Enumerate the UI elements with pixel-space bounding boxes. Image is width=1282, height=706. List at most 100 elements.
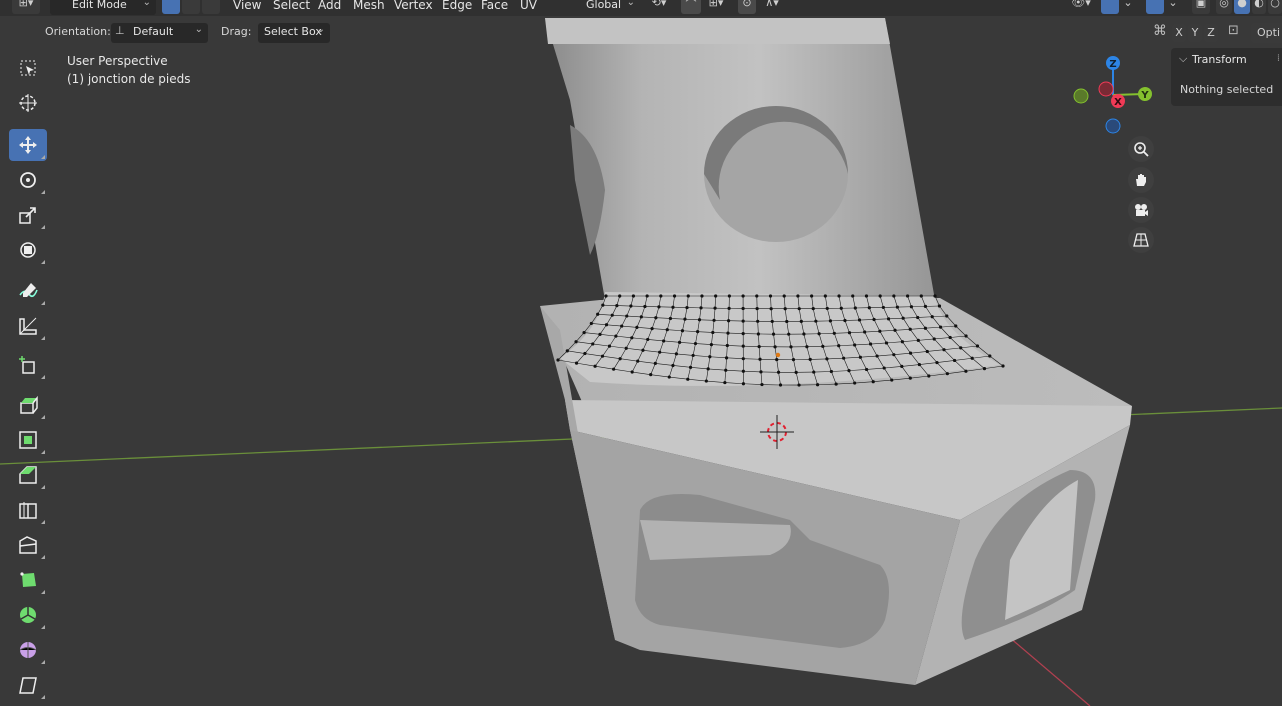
mesh-vertex — [837, 294, 841, 298]
poly-build-tool[interactable] — [9, 564, 47, 596]
add-cube-tool[interactable] — [9, 349, 47, 381]
shading-material-button[interactable]: ◐ — [1252, 0, 1266, 14]
menu-mesh[interactable]: Mesh — [353, 0, 385, 12]
transform-orientation-label: Global — [586, 0, 622, 11]
mesh-vertex — [601, 303, 605, 307]
xray-toggle-button[interactable]: ▣ — [1192, 0, 1210, 14]
face-select-button[interactable] — [202, 0, 220, 14]
overlays-toggle-button[interactable] — [1146, 0, 1164, 14]
pan-button[interactable] — [1128, 167, 1154, 193]
drag-handle-icon[interactable]: ⁞ — [1277, 53, 1280, 64]
mesh-vertex — [908, 351, 913, 355]
move-tool[interactable] — [9, 129, 47, 161]
menu-add[interactable]: Add — [318, 0, 341, 12]
mesh-vertex — [680, 329, 685, 333]
orientation-dropdown[interactable]: ⊥ Default ⌄ — [111, 23, 208, 43]
pivot-point-button[interactable]: ⟲▾ — [646, 0, 672, 14]
mesh-vertex — [895, 305, 899, 309]
visibility-button[interactable]: 👁▾ — [1066, 0, 1096, 14]
editor-type-button[interactable]: ⊞▾ — [12, 0, 40, 14]
mesh-vertex — [785, 319, 789, 324]
mesh-vertex — [919, 294, 923, 298]
mesh-vertex — [727, 306, 731, 310]
mirror-icon[interactable]: ⌘ — [1153, 23, 1167, 39]
menu-view[interactable]: View — [233, 0, 261, 12]
tool-options-indicator — [41, 485, 45, 489]
options-button[interactable]: Opti — [1251, 23, 1282, 43]
transform-icon — [20, 242, 36, 258]
mesh-vertex — [768, 294, 773, 298]
smooth-tool[interactable] — [9, 634, 47, 666]
mesh-vertex — [741, 357, 745, 361]
orientation-value: Default — [133, 25, 174, 38]
mesh-vertex — [837, 344, 841, 348]
mesh-vertex — [843, 318, 847, 323]
gizmo-toggle-button[interactable] — [1101, 0, 1119, 14]
mesh-vertex — [959, 346, 963, 350]
shear-tool[interactable] — [9, 669, 47, 701]
falloff-button[interactable]: ∧▾ — [758, 0, 786, 14]
poly-build-icon — [20, 572, 36, 587]
tool-options-indicator — [41, 695, 45, 699]
shading-rendered-button[interactable]: ○ — [1268, 0, 1282, 14]
proportional-edit-button[interactable]: ⊙ — [738, 0, 756, 14]
transform-orientation-dropdown[interactable]: Global ⌄ — [560, 0, 640, 15]
select-box-tool[interactable] — [9, 52, 47, 84]
shading-wireframe-button[interactable]: ◎ — [1216, 0, 1232, 14]
navigation-gizmo[interactable]: Z Y X — [1068, 52, 1168, 142]
chevron-down-icon[interactable]: ⌵ — [1179, 52, 1187, 66]
extrude-region-tool[interactable] — [9, 389, 47, 421]
mode-label: Edit Mode — [72, 0, 127, 11]
tool-options-indicator — [41, 555, 45, 559]
shading-solid-button[interactable]: ● — [1234, 0, 1250, 14]
camera-view-button[interactable] — [1128, 197, 1154, 223]
scale-tool[interactable] — [9, 199, 47, 231]
loop-cut-tool[interactable] — [9, 494, 47, 526]
mesh-vertex — [672, 294, 677, 298]
mode-dropdown[interactable]: Edit Mode ⌄ — [50, 0, 156, 15]
annotate-tool[interactable] — [9, 275, 47, 307]
rotate-tool[interactable] — [9, 164, 47, 196]
mesh-vertex — [704, 379, 708, 383]
mirror-x-button[interactable]: X — [1172, 24, 1186, 42]
menu-vertex[interactable]: Vertex — [394, 0, 433, 12]
menu-select[interactable]: Select — [273, 0, 310, 12]
tool-options-indicator — [41, 225, 45, 229]
menu-edge[interactable]: Edge — [442, 0, 472, 12]
snap-toggle-button[interactable]: ⌒ — [681, 0, 701, 14]
inset-faces-tool[interactable] — [9, 424, 47, 456]
drag-dropdown[interactable]: Select Box ⌄ — [258, 23, 330, 43]
mesh-vertex — [882, 366, 886, 370]
mesh-vertex — [858, 355, 862, 359]
mesh-vertex — [643, 304, 647, 309]
knife-tool[interactable] — [9, 529, 47, 561]
mesh-vertex — [933, 294, 937, 298]
cursor-tool[interactable] — [9, 87, 47, 119]
mesh-vertex — [834, 382, 838, 386]
mirror-y-button[interactable]: Y — [1188, 24, 1202, 42]
mesh-vertex — [646, 337, 650, 342]
mesh-vertex — [677, 340, 682, 344]
mesh-vertex — [776, 370, 781, 374]
menu-uv[interactable]: UV — [520, 0, 537, 12]
gizmo-y-label: Y — [1140, 90, 1149, 101]
zoom-button[interactable] — [1128, 136, 1154, 162]
mirror-z-button[interactable]: Z — [1204, 24, 1218, 42]
perspective-toggle-button[interactable] — [1128, 227, 1154, 253]
gizmo-dropdown[interactable]: ⌄ — [1121, 0, 1135, 14]
auto-merge-icon[interactable]: ⊡ — [1228, 23, 1239, 38]
view-name: User Perspective — [67, 54, 168, 68]
bevel-tool[interactable] — [9, 459, 47, 491]
vertex-select-button[interactable] — [162, 0, 180, 14]
measure-tool[interactable] — [9, 310, 47, 342]
overlays-dropdown[interactable]: ⌄ — [1166, 0, 1180, 14]
mesh-vertex — [760, 382, 764, 387]
mesh-vertex — [945, 372, 949, 376]
snap-target-button[interactable]: ⊞▾ — [703, 0, 729, 14]
mesh-vertex — [938, 325, 943, 329]
spin-tool[interactable] — [9, 599, 47, 631]
menu-face[interactable]: Face — [481, 0, 508, 12]
transform-tool[interactable] — [9, 234, 47, 266]
panel-title[interactable]: Transform — [1192, 53, 1247, 66]
edge-select-button[interactable] — [182, 0, 200, 14]
